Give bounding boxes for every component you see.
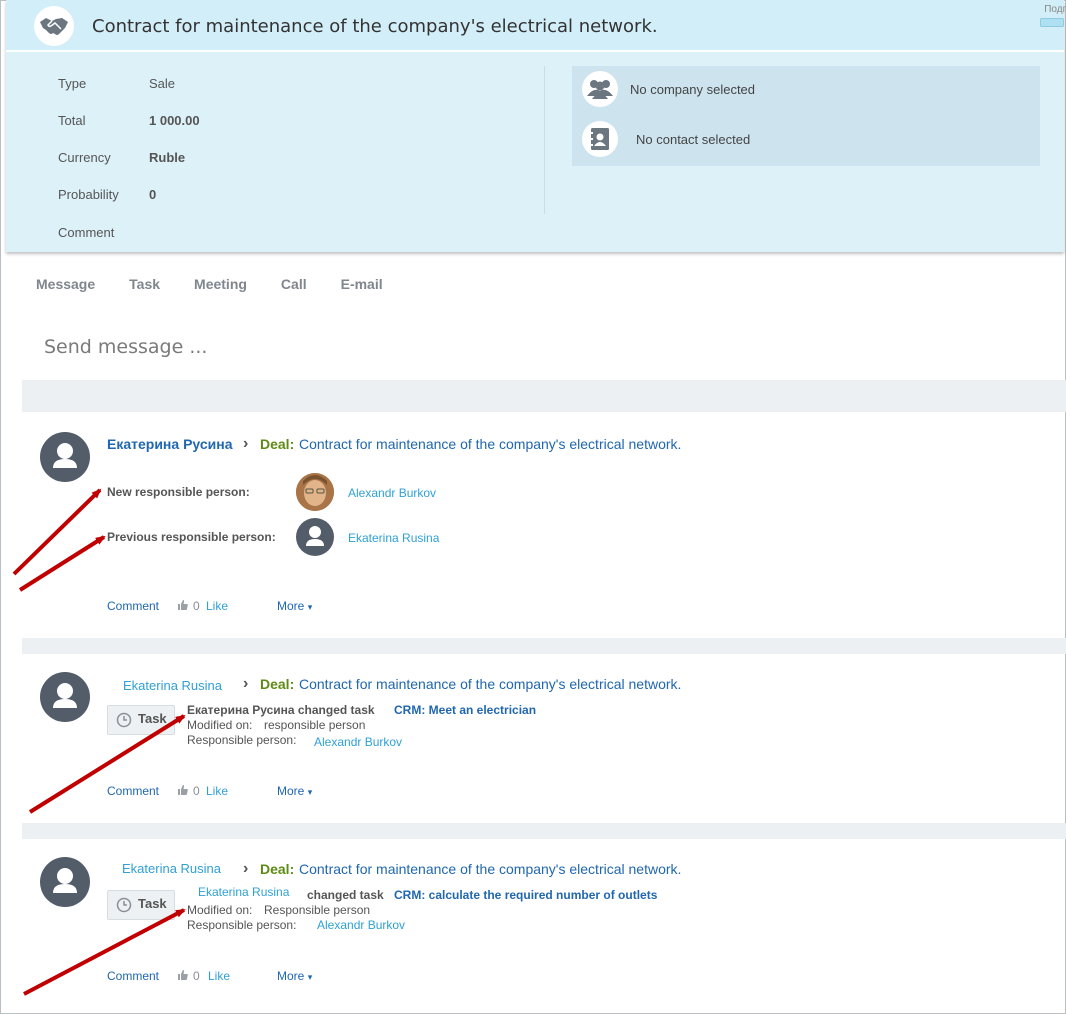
like-link[interactable]: Like	[208, 969, 230, 983]
prop-key: Total	[58, 113, 86, 128]
contact-row[interactable]: No contact selected	[582, 121, 750, 157]
author-link[interactable]: Ekaterina Rusina	[123, 678, 222, 693]
task-badge-label: Task	[138, 711, 167, 726]
responsible-link[interactable]: Alexandr Burkov	[317, 918, 405, 932]
new-responsible-link[interactable]: Alexandr Burkov	[348, 486, 436, 500]
divider	[544, 66, 545, 214]
more-link[interactable]: More ▾	[277, 784, 312, 798]
thumbs-up-icon	[178, 784, 188, 798]
prop-value: Sale	[149, 76, 176, 91]
author-link[interactable]: Ekaterina Rusina	[122, 861, 221, 876]
more-label: More	[277, 599, 305, 613]
feed-separator	[22, 638, 1066, 654]
user-silhouette-icon	[53, 683, 77, 708]
no-contact-text: No contact selected	[636, 131, 751, 147]
corner-progress[interactable]	[1040, 18, 1064, 27]
tab-meeting[interactable]: Meeting	[194, 276, 247, 292]
deal-label: Deal:	[260, 676, 295, 692]
previous-responsible-link[interactable]: Ekaterina Rusina	[348, 531, 439, 545]
deal-label: Deal:	[260, 861, 295, 877]
modified-label: Modified on:	[187, 718, 253, 732]
deal-title: Contract for maintenance of the company'…	[92, 16, 658, 37]
like-count: 0	[193, 599, 200, 613]
task-badge: Task	[107, 890, 175, 920]
thumbs-up-icon	[178, 599, 188, 613]
task-badge: Task	[107, 705, 175, 735]
deal-link[interactable]: Contract for maintenance of the company'…	[299, 436, 681, 452]
new-responsible-label: New responsible person:	[107, 485, 250, 499]
send-message-input[interactable]: Send message ...	[44, 336, 207, 358]
activity-tabs: Message Task Meeting Call E-mail	[36, 276, 417, 292]
caret-down-icon: ▾	[307, 602, 313, 612]
comment-link[interactable]: Comment	[107, 784, 159, 798]
more-label: More	[277, 784, 305, 798]
task-link[interactable]: CRM: Meet an electrician	[394, 703, 536, 717]
client-box: No company selected No contact selected	[572, 66, 1040, 166]
tab-email[interactable]: E-mail	[341, 276, 383, 292]
feed-separator	[22, 823, 1066, 839]
responsible-link[interactable]: Alexandr Burkov	[314, 735, 402, 749]
deal-link[interactable]: Contract for maintenance of the company'…	[299, 861, 681, 877]
user-avatar[interactable]	[296, 518, 334, 556]
prop-key: Probability	[58, 187, 119, 202]
more-label: More	[277, 969, 305, 983]
prop-value: 0	[149, 187, 157, 202]
like-link[interactable]: Like	[206, 784, 228, 798]
modified-label: Modified on:	[187, 903, 253, 917]
user-silhouette-icon	[53, 443, 77, 468]
tab-message[interactable]: Message	[36, 276, 95, 292]
more-link[interactable]: More ▾	[277, 599, 312, 613]
prop-value: Ruble	[149, 150, 186, 165]
prop-key: Currency	[58, 150, 111, 165]
page: Contract for maintenance of the company'…	[6, 0, 1066, 1014]
change-description: Екатерина Русина changed task	[187, 703, 375, 717]
more-link[interactable]: More ▾	[277, 969, 312, 983]
no-company-text: No company selected	[630, 81, 756, 97]
user-photo-avatar[interactable]	[296, 473, 334, 511]
company-row[interactable]: No company selected	[582, 71, 755, 107]
like-link[interactable]: Like	[206, 599, 228, 613]
modified-value: Responsible person	[264, 903, 371, 917]
task-badge-label: Task	[138, 896, 167, 911]
change-description: changed task	[307, 888, 384, 902]
clock-icon	[116, 897, 132, 918]
comment-link[interactable]: Comment	[107, 599, 159, 613]
deal-label: Deal:	[260, 436, 295, 452]
tab-call[interactable]: Call	[281, 276, 307, 292]
handshake-icon	[34, 6, 74, 46]
task-link[interactable]: CRM: calculate the required number of ou…	[394, 888, 657, 902]
like-count: 0	[193, 969, 200, 983]
user-avatar[interactable]	[40, 672, 90, 722]
user-silhouette-icon	[306, 526, 324, 546]
deal-card: Contract for maintenance of the company'…	[6, 0, 1066, 252]
chevron-right-icon: ›	[243, 675, 249, 692]
comment-link[interactable]: Comment	[107, 969, 159, 983]
company-icon	[582, 71, 618, 107]
chevron-right-icon: ›	[243, 860, 249, 877]
author-link[interactable]: Екатерина Русина	[107, 436, 232, 452]
chevron-right-icon: ›	[243, 435, 249, 452]
prop-key: Type	[58, 76, 87, 91]
caret-down-icon: ▾	[307, 972, 313, 982]
corner-label: Подп	[1044, 4, 1066, 15]
deal-header: Contract for maintenance of the company'…	[6, 0, 1066, 52]
clock-icon	[116, 712, 132, 733]
user-silhouette-icon	[53, 868, 77, 893]
caret-down-icon: ▾	[307, 787, 313, 797]
deal-link[interactable]: Contract for maintenance of the company'…	[299, 676, 681, 692]
user-avatar[interactable]	[40, 432, 90, 482]
like-count: 0	[193, 784, 200, 798]
responsible-label: Responsible person:	[187, 918, 297, 932]
tab-task[interactable]: Task	[129, 276, 160, 292]
contact-book-icon	[582, 121, 618, 157]
responsible-label: Responsible person:	[187, 733, 297, 747]
prop-key: Comment	[58, 225, 115, 240]
change-author-link[interactable]: Ekaterina Rusina	[198, 885, 289, 899]
user-avatar[interactable]	[40, 857, 90, 907]
modified-value: responsible person	[264, 718, 366, 732]
prop-value: 1 000.00	[149, 113, 200, 128]
previous-responsible-label: Previous responsible person:	[107, 530, 276, 544]
thumbs-up-icon	[178, 969, 188, 983]
feed-separator	[22, 380, 1066, 412]
